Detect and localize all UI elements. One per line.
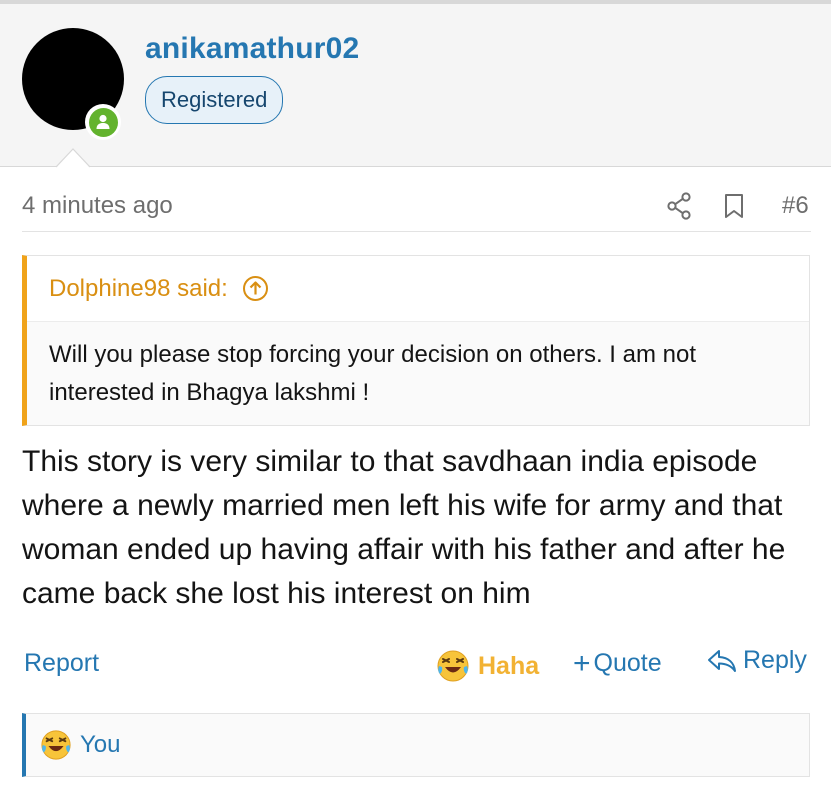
user-title-badge: Registered [145, 76, 284, 124]
laughing-emoji-icon [437, 650, 469, 682]
reply-button[interactable]: Reply [707, 646, 807, 675]
reactions-summary-link[interactable]: You [80, 731, 121, 759]
reply-button-label: Reply [743, 646, 807, 674]
post-number-link[interactable]: #6 [782, 192, 809, 220]
online-status-icon [85, 104, 121, 140]
user-header: anikamathur02 Registered [0, 4, 831, 167]
meta-divider [22, 231, 811, 232]
post-body-text: This story is very similar to that savdh… [22, 445, 786, 610]
share-icon[interactable] [666, 192, 692, 220]
quote-button-label: Quote [593, 649, 662, 677]
post-meta-row: 4 minutes ago #6 [22, 188, 812, 228]
quote-button[interactable]: + Quote [573, 647, 662, 680]
report-link[interactable]: Report [24, 649, 99, 678]
post-actions: Report Haha + Quote Reply [22, 643, 812, 689]
reply-icon [708, 649, 736, 672]
reaction-button[interactable]: Haha [436, 646, 539, 686]
laughing-emoji-icon [41, 730, 71, 760]
username-link[interactable]: anikamathur02 [145, 32, 359, 66]
bookmark-icon[interactable] [723, 193, 745, 219]
reaction-label: Haha [478, 651, 540, 680]
message-pointer-icon [56, 148, 90, 168]
quote-header: Dolphine98 said: [27, 256, 809, 322]
post-timestamp[interactable]: 4 minutes ago [22, 192, 173, 220]
plus-icon: + [573, 647, 591, 680]
quoted-message: Dolphine98 said: Will you please stop fo… [22, 255, 810, 426]
quote-text: Will you please stop forcing your decisi… [49, 341, 696, 406]
reactions-bar[interactable]: You [22, 713, 810, 777]
arrow-up-circle-icon[interactable] [242, 275, 269, 302]
quote-author-link[interactable]: Dolphine98 said: [49, 275, 228, 303]
